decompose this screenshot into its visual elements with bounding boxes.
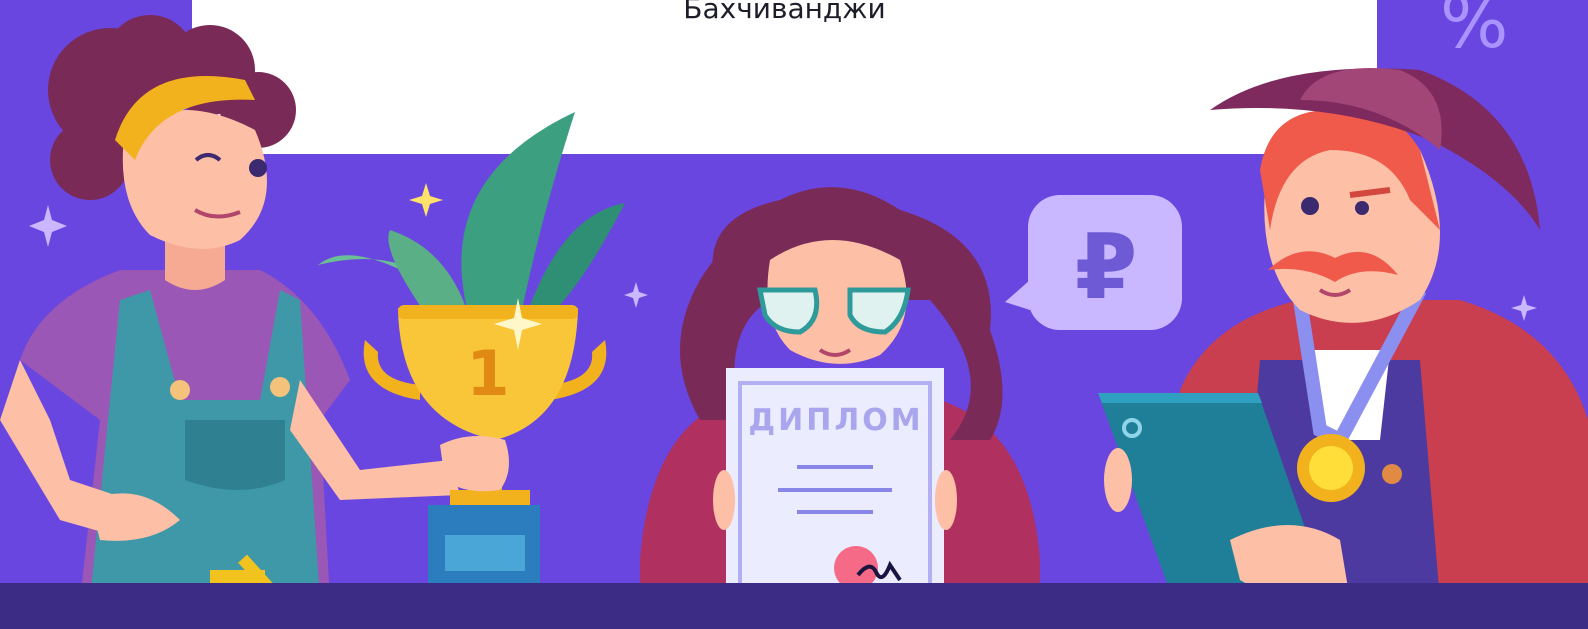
trophy-number: 1	[466, 337, 509, 410]
sparkle-icon	[409, 183, 443, 217]
floor	[0, 583, 1588, 629]
diploma-title: ДИПЛОМ	[748, 403, 923, 438]
illustration-stage: Бахчиванджи % 1 ДИПЛОМ ₽	[0, 0, 1588, 629]
ruble-speech-bubble: ₽	[1005, 195, 1182, 330]
hand	[440, 436, 509, 492]
ruble-icon: ₽	[1075, 215, 1138, 320]
scene-art: 1 ДИПЛОМ ₽	[0, 15, 1588, 628]
plant-figure	[318, 112, 625, 320]
woman-figure	[0, 15, 460, 600]
